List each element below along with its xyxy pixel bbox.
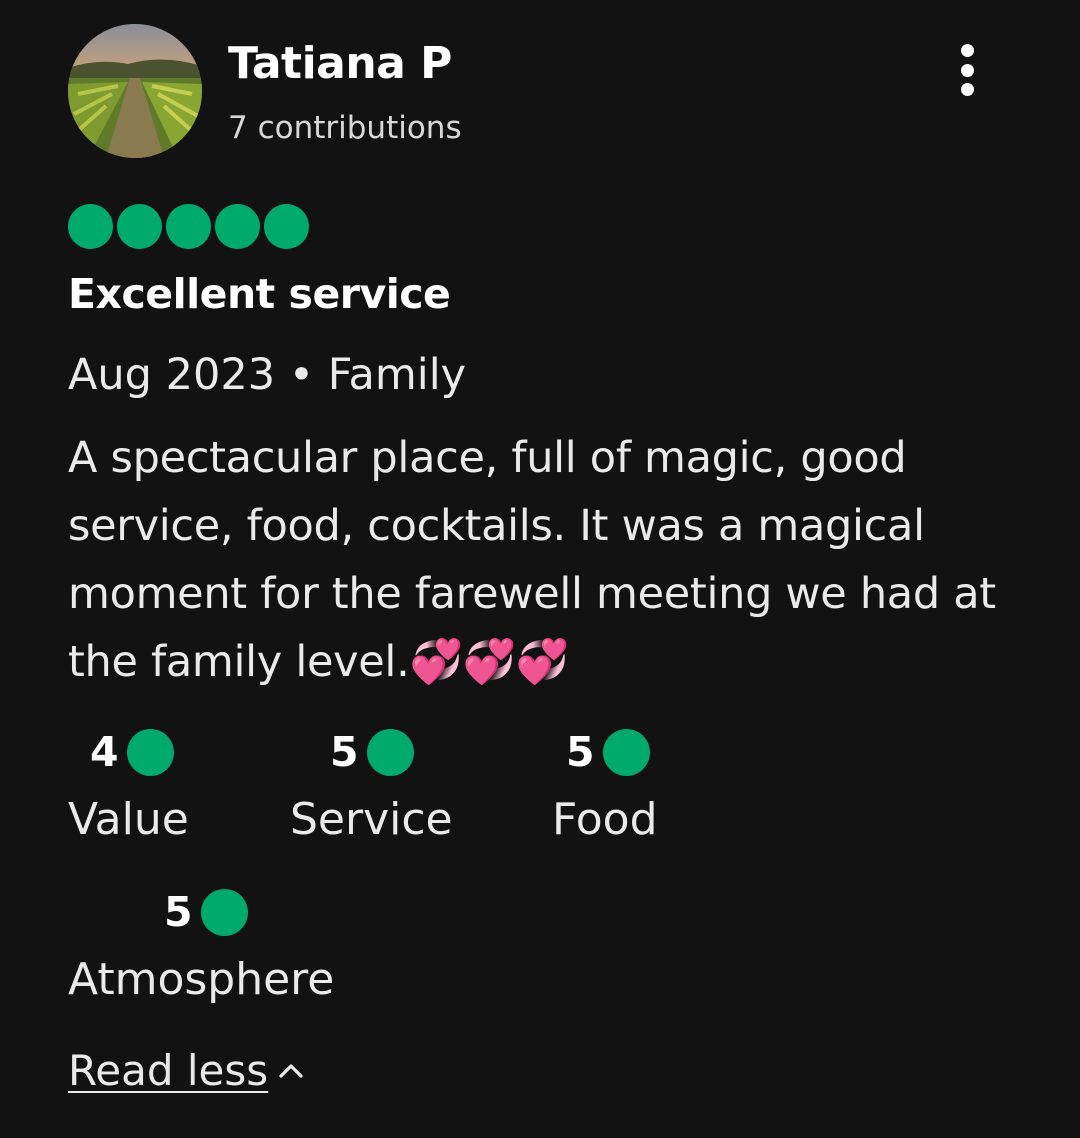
more-vertical-icon bbox=[960, 44, 974, 57]
user-name[interactable]: Tatiana P bbox=[228, 38, 452, 89]
subrating-score: 5 bbox=[164, 886, 384, 938]
rating-bubbles bbox=[68, 204, 309, 249]
rating-bubble-icon bbox=[126, 728, 174, 776]
review-body: A spectacular place, full of magic, good… bbox=[68, 433, 996, 687]
subrating-score: 5 bbox=[566, 726, 786, 778]
rating-bubble-icon bbox=[68, 204, 113, 249]
contributions-count: 7 contributions bbox=[228, 110, 462, 146]
avatar[interactable] bbox=[68, 24, 202, 158]
rating-bubble-icon bbox=[602, 728, 650, 776]
subrating-label: Service bbox=[290, 794, 453, 845]
review-meta: Aug 2023 • Family bbox=[68, 350, 467, 400]
rating-bubble-icon bbox=[200, 888, 248, 936]
rating-bubble-icon bbox=[264, 204, 309, 249]
rating-bubble-icon bbox=[366, 728, 414, 776]
read-less-button[interactable]: Read less bbox=[68, 1046, 306, 1095]
avatar-image bbox=[68, 24, 202, 158]
subrating-food: 5 bbox=[566, 726, 786, 778]
subrating-number: 4 bbox=[90, 728, 119, 776]
rating-bubble-icon bbox=[117, 204, 162, 249]
subrating-service-label-wrap: Service bbox=[290, 794, 510, 845]
more-vertical-icon-dot bbox=[960, 83, 974, 96]
subrating-service: 5 bbox=[330, 726, 550, 778]
review-title: Excellent service bbox=[68, 270, 451, 318]
subrating-atmosphere-label-wrap: Atmosphere bbox=[68, 954, 335, 1005]
chevron-up-icon bbox=[279, 1063, 303, 1078]
subrating-label: Value bbox=[68, 794, 189, 845]
subrating-label: Atmosphere bbox=[68, 954, 335, 1005]
subrating-number: 5 bbox=[164, 888, 193, 936]
more-options-button[interactable] bbox=[944, 40, 990, 100]
rating-bubble-icon bbox=[166, 204, 211, 249]
more-vertical-icon-dot bbox=[960, 63, 974, 77]
subrating-number: 5 bbox=[330, 728, 359, 776]
subrating-atmosphere: 5 bbox=[164, 886, 384, 938]
subrating-label: Food bbox=[552, 794, 658, 845]
subrating-score: 5 bbox=[330, 726, 550, 778]
read-less-label: Read less bbox=[68, 1046, 269, 1095]
subrating-value: 4 bbox=[90, 726, 310, 778]
subrating-value-label-wrap: Value bbox=[68, 794, 288, 845]
rating-bubble-icon bbox=[215, 204, 260, 249]
subrating-number: 5 bbox=[566, 728, 595, 776]
subrating-food-label-wrap: Food bbox=[552, 794, 772, 845]
subrating-score: 4 bbox=[90, 726, 310, 778]
